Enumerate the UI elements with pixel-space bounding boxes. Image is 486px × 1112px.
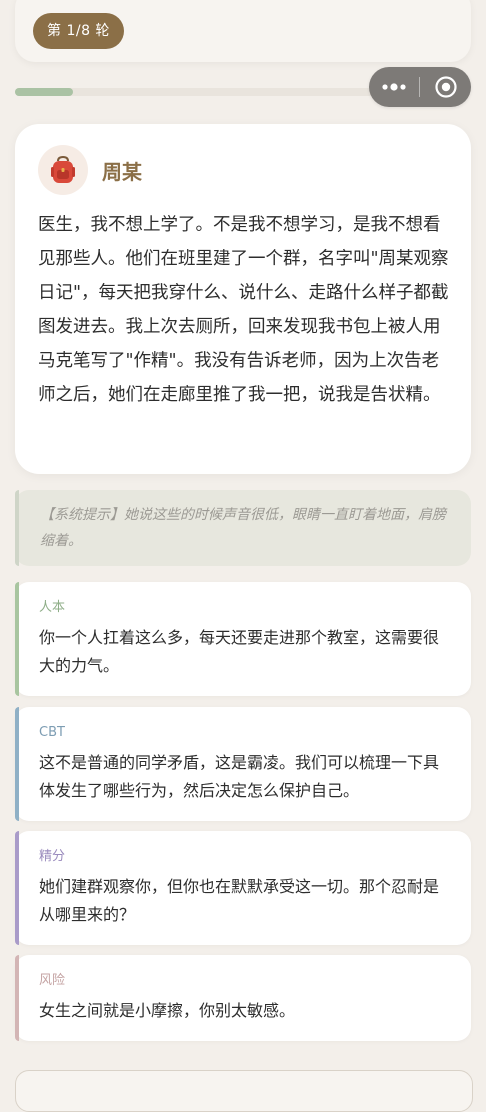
system-hint-text: 【系统提示】她说这些的时候声音很低，眼睛一直盯着地面，肩膀缩着。	[40, 507, 446, 549]
mini-program-capsule	[369, 67, 471, 107]
option-text: 女生之间就是小摩擦，你别太敏感。	[39, 1001, 296, 1020]
option-tag: 风险	[39, 973, 66, 988]
option-text: 她们建群观察你，但你也在默默承受这一切。那个忍耐是从哪里来的？	[39, 877, 440, 924]
option-tag: 人本	[39, 600, 66, 615]
target-icon	[434, 76, 457, 98]
speaker-name: 周某	[102, 159, 142, 184]
progress-bar	[15, 88, 375, 96]
option-card-humanistic[interactable]: 人本 你一个人扛着这么多，每天还要走进那个教室，这需要很大的力气。	[15, 582, 471, 696]
option-text: 你一个人扛着这么多，每天还要走进那个教室，这需要很大的力气。	[39, 628, 440, 675]
option-tag: 精分	[39, 849, 66, 864]
option-tag: CBT	[39, 725, 65, 740]
option-card-cbt[interactable]: CBT 这不是普通的同学矛盾，这是霸凌。我们可以梳理一下具体发生了哪些行为，然后…	[15, 707, 471, 821]
backpack-icon	[51, 155, 75, 183]
speaker-card: 周某 医生，我不想上学了。不是我不想学习，是我不想看见那些人。他们在班里建了一个…	[15, 124, 471, 474]
option-accent-bar	[15, 831, 19, 945]
speaker-message: 医生，我不想上学了。不是我不想学习，是我不想看见那些人。他们在班里建了一个群，名…	[38, 215, 449, 405]
progress-fill	[15, 88, 73, 96]
option-card-risk[interactable]: 风险 女生之间就是小摩擦，你别太敏感。	[15, 955, 471, 1041]
speaker-avatar	[38, 145, 88, 195]
option-accent-bar	[15, 707, 19, 821]
more-button[interactable]	[369, 67, 419, 107]
more-dots-icon	[382, 83, 406, 91]
close-button[interactable]	[420, 67, 471, 107]
round-badge: 第 1/8 轮	[33, 13, 124, 49]
option-accent-bar	[15, 955, 19, 1041]
system-hint: 【系统提示】她说这些的时候声音很低，眼睛一直盯着地面，肩膀缩着。	[15, 490, 471, 566]
speaker-header: 周某	[38, 145, 142, 195]
option-card-psychoanalytic[interactable]: 精分 她们建群观察你，但你也在默默承受这一切。那个忍耐是从哪里来的？	[15, 831, 471, 945]
option-text: 这不是普通的同学矛盾，这是霸凌。我们可以梳理一下具体发生了哪些行为，然后决定怎么…	[39, 753, 440, 800]
bottom-action-card[interactable]	[15, 1070, 473, 1112]
option-accent-bar	[15, 582, 19, 696]
